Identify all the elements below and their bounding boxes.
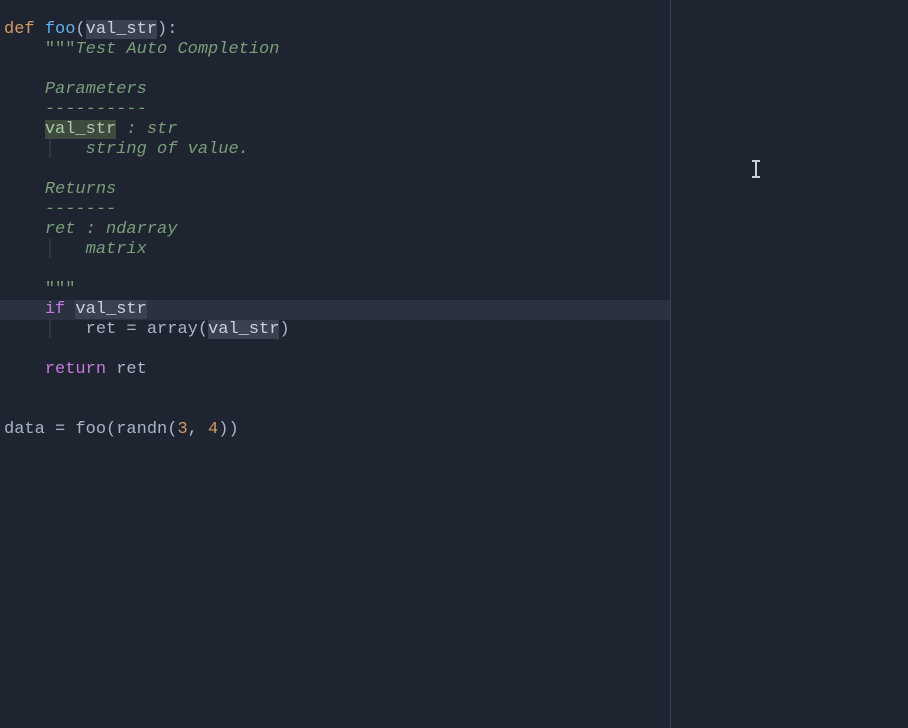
- indent: [4, 180, 45, 199]
- code-text: data = foo(randn(: [4, 420, 177, 439]
- code-line-empty[interactable]: [0, 260, 670, 280]
- code-line[interactable]: Parameters: [0, 80, 670, 100]
- indent: [4, 300, 45, 319]
- code-line[interactable]: return ret: [0, 360, 670, 380]
- code-text: ret: [106, 360, 147, 379]
- docstring-delimiter: """: [45, 280, 76, 299]
- code-line[interactable]: def foo(val_str):: [0, 20, 670, 40]
- code-line[interactable]: Returns: [0, 180, 670, 200]
- indent: [4, 240, 45, 259]
- code-line-current[interactable]: if val_str: [0, 300, 670, 320]
- text-cursor-icon: [750, 160, 762, 178]
- keyword-def: def: [4, 20, 45, 39]
- comma: ,: [188, 420, 208, 439]
- code-line[interactable]: """Test Auto Completion: [0, 40, 670, 60]
- docstring-delimiter: """: [45, 40, 76, 59]
- docstring-text: -------: [45, 200, 116, 219]
- code-line[interactable]: data = foo(randn(3, 4)): [0, 420, 670, 440]
- code-line-empty[interactable]: [0, 400, 670, 420]
- indent: [4, 360, 45, 379]
- docstring-text: Parameters: [45, 80, 147, 99]
- docstring-text: ----------: [45, 100, 147, 119]
- code-text: ret = array(: [86, 320, 208, 339]
- code-line-empty[interactable]: [0, 340, 670, 360]
- code-line[interactable]: ----------: [0, 100, 670, 120]
- docstring-text: string of value.: [86, 140, 249, 159]
- indent-guide: │: [45, 140, 55, 159]
- code-editor[interactable]: def foo(val_str): """Test Auto Completio…: [0, 0, 670, 728]
- docstring-text: ret : ndarray: [45, 220, 178, 239]
- indent: [55, 140, 86, 159]
- indent: [4, 80, 45, 99]
- paren-open: (: [75, 20, 85, 39]
- code-line[interactable]: │ ret = array(val_str): [0, 320, 670, 340]
- parameter-highlighted: val_str: [86, 20, 157, 39]
- docstring-text: Test Auto Completion: [75, 40, 279, 59]
- column-ruler: [670, 0, 671, 728]
- variable-highlighted: val_str: [75, 300, 146, 319]
- variable-highlighted: val_str: [208, 320, 279, 339]
- indent: [4, 100, 45, 119]
- indent: [4, 200, 45, 219]
- function-name: foo: [45, 20, 76, 39]
- code-line[interactable]: -------: [0, 200, 670, 220]
- indent: [4, 140, 45, 159]
- paren-close-colon: ):: [157, 20, 177, 39]
- code-line[interactable]: │ string of value.: [0, 140, 670, 160]
- number-literal: 4: [208, 420, 218, 439]
- keyword-return: return: [45, 360, 106, 379]
- indent: [4, 220, 45, 239]
- indent: [55, 240, 86, 259]
- indent: [4, 320, 45, 339]
- code-line[interactable]: """: [0, 280, 670, 300]
- code-text: ): [279, 320, 289, 339]
- indent: [55, 320, 86, 339]
- docstring-text: : str: [116, 120, 177, 139]
- docstring-text: matrix: [86, 240, 147, 259]
- parameter-highlighted: val_str: [45, 120, 116, 139]
- code-line-empty[interactable]: [0, 160, 670, 180]
- docstring-text: Returns: [45, 180, 116, 199]
- code-text: )): [218, 420, 238, 439]
- code-line[interactable]: val_str : str: [0, 120, 670, 140]
- code-line[interactable]: │ matrix: [0, 240, 670, 260]
- number-literal: 3: [177, 420, 187, 439]
- indent: [4, 280, 45, 299]
- indent-guide: │: [45, 320, 55, 339]
- keyword-if: if: [45, 300, 76, 319]
- indent: [4, 120, 45, 139]
- indent-guide: │: [45, 240, 55, 259]
- indent: [4, 40, 45, 59]
- code-line[interactable]: ret : ndarray: [0, 220, 670, 240]
- code-line-empty[interactable]: [0, 380, 670, 400]
- code-line-empty[interactable]: [0, 60, 670, 80]
